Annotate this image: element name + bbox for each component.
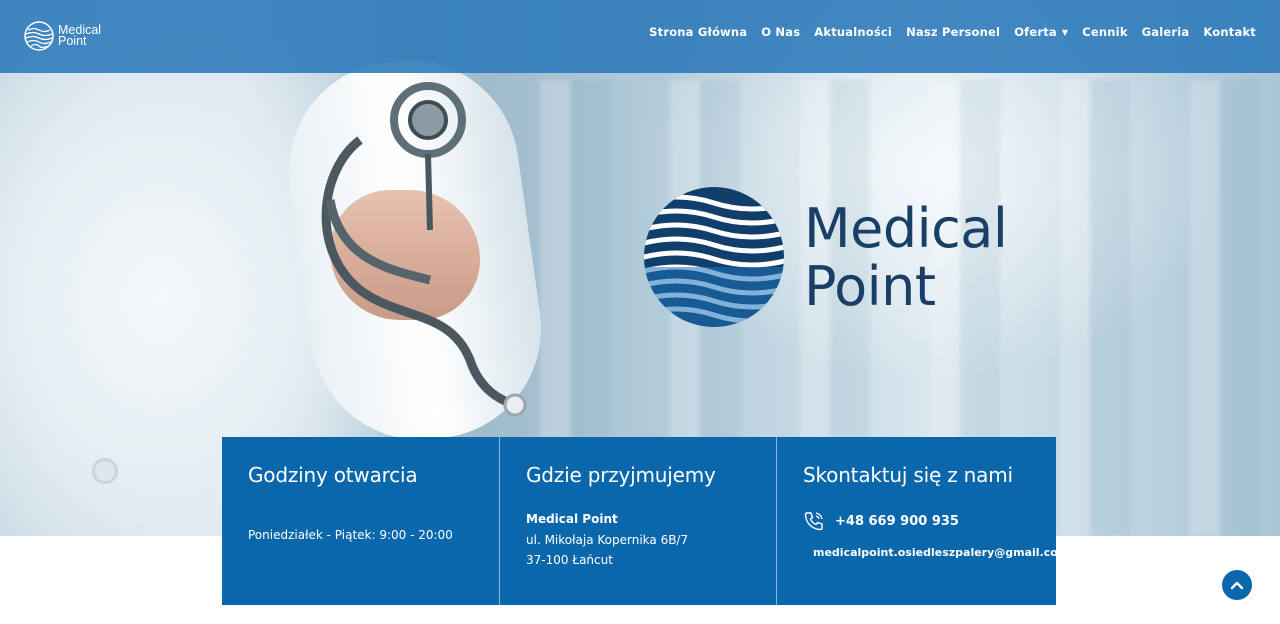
caret-down-icon: ▼ (1061, 28, 1069, 37)
nav-gallery[interactable]: Galeria (1142, 24, 1190, 40)
nav-offer-label: Oferta (1014, 25, 1057, 39)
address-street: ul. Mikołaja Kopernika 6B/7 (526, 532, 689, 547)
logo-text: Medical Point (58, 24, 101, 48)
address-city: 37-100 Łańcut (526, 553, 613, 567)
nav-pricing[interactable]: Cennik (1082, 24, 1127, 40)
hero-logo-line1: Medical (804, 197, 1008, 260)
nav-home[interactable]: Strona Główna (649, 24, 747, 40)
site-logo[interactable]: Medical Point (24, 21, 101, 51)
phone-icon (804, 512, 823, 531)
top-navigation-bar: Medical Point Strona Główna O Nas Aktual… (0, 0, 1280, 73)
email-link[interactable]: medicalpoint.osiedleszpalery@gmail.com (803, 544, 1069, 560)
address-block: Medical Point ul. Mikołaja Kopernika 6B/… (526, 509, 776, 571)
contact-title: Skontaktuj się z nami (803, 463, 1013, 487)
nav-contact[interactable]: Kontakt (1203, 24, 1256, 40)
location-panel: Gdzie przyjmujemy Medical Point ul. Miko… (500, 437, 777, 605)
stethoscope-image (321, 82, 527, 417)
location-title: Gdzie przyjmujemy (526, 463, 716, 487)
main-menu: Strona Główna O Nas Aktualności Nasz Per… (649, 24, 1256, 40)
nav-offer[interactable]: Oferta ▼ (1014, 24, 1068, 40)
email-address: medicalpoint.osiedleszpalery@gmail.com (813, 545, 1070, 559)
nav-staff[interactable]: Nasz Personel (906, 24, 1000, 40)
logo-waves-icon (24, 21, 54, 51)
nav-news[interactable]: Aktualności (814, 24, 892, 40)
opening-hours-panel: Godziny otwarcia Poniedziałek - Piątek: … (222, 437, 500, 605)
hero-logo-emblem (644, 187, 784, 327)
contact-panel: Skontaktuj się z nami +48 669 900 935 me… (777, 437, 1069, 605)
nav-about[interactable]: O Nas (761, 24, 800, 40)
info-panels: Godziny otwarcia Poniedziałek - Piątek: … (222, 437, 1069, 605)
logo-text-line2: Point (58, 34, 87, 48)
hero-logo-text: Medical Point (804, 197, 1008, 318)
phone-link[interactable]: +48 669 900 935 (803, 511, 1056, 531)
hero-logo-line2: Point (804, 255, 936, 318)
phone-number: +48 669 900 935 (835, 513, 959, 529)
opening-hours-title: Godziny otwarcia (248, 463, 418, 487)
coat-button (92, 458, 118, 484)
chevron-up-icon (1230, 581, 1244, 590)
clinic-name: Medical Point (526, 512, 618, 526)
opening-hours-text: Poniedziałek - Piątek: 9:00 - 20:00 (248, 528, 453, 542)
scroll-to-top-button[interactable] (1222, 570, 1252, 600)
